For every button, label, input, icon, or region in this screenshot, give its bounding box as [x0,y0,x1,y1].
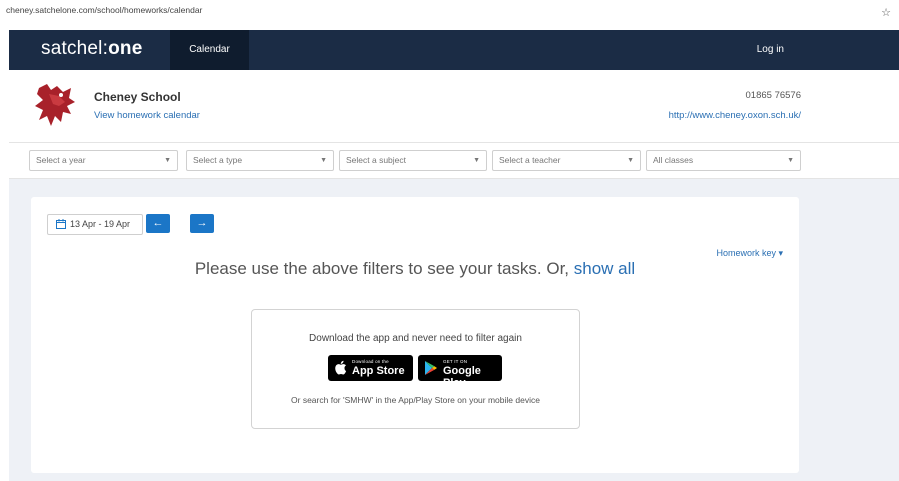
school-website-link[interactable]: http://www.cheney.oxon.sch.uk/ [669,110,801,121]
app-promo-box: Download the app and never need to filte… [251,309,580,429]
chevron-down-icon: ▼ [627,157,634,164]
classes-select[interactable]: All classes ▼ [646,150,801,171]
subject-select[interactable]: Select a subject ▼ [339,150,487,171]
top-navbar: satchel:one Calendar Log in [9,30,899,70]
arrow-left-icon: ← [152,217,164,229]
school-crest-icon [35,84,75,126]
filter-message: Please use the above filters to see your… [194,259,636,278]
chevron-down-icon: ▼ [164,157,171,164]
calendar-icon [56,219,66,229]
app-promo-headline: Download the app and never need to filte… [309,333,522,344]
school-name: Cheney School [94,90,181,104]
login-link[interactable]: Log in [757,30,784,70]
year-select[interactable]: Select a year ▼ [29,150,178,171]
arrow-right-icon: → [196,217,208,229]
date-range-button[interactable]: 13 Apr - 19 Apr [47,214,143,235]
apple-icon [335,360,347,375]
filter-bar: Select a year ▼ Select a type ▼ Select a s… [9,143,899,179]
prev-week-button[interactable]: ← [146,214,170,233]
chevron-down-icon: ▼ [787,157,794,164]
next-week-button[interactable]: → [190,214,214,233]
teacher-select[interactable]: Select a teacher ▼ [492,150,641,171]
app-promo-footer: Or search for 'SMHW' in the App/Play Sto… [291,395,540,405]
brand-logo[interactable]: satchel:one [41,38,142,60]
view-homework-calendar-link[interactable]: View homework calendar [94,110,200,121]
school-phone: 01865 76576 [745,90,801,101]
type-select[interactable]: Select a type ▼ [186,150,334,171]
homework-key-dropdown[interactable]: Homework key ▾ [716,248,783,259]
calendar-card: 13 Apr - 19 Apr ← → Homework key ▾ Pleas… [31,197,799,473]
chevron-down-icon: ▼ [320,157,327,164]
nav-tab-calendar[interactable]: Calendar [170,30,249,70]
url-text[interactable]: cheney.satchelone.com/school/homeworks/c… [6,5,202,15]
browser-url-bar[interactable]: cheney.satchelone.com/school/homeworks/c… [0,0,899,30]
app-store-badge[interactable]: Download on the App Store [328,355,413,381]
google-play-badge[interactable]: GET IT ON Google Play [418,355,502,389]
school-header: Cheney School View homework calendar 018… [9,70,899,143]
chevron-down-icon: ▼ [473,157,480,164]
show-all-link[interactable]: show all [574,259,635,278]
star-icon[interactable]: ☆ [881,6,891,19]
google-play-icon [425,361,437,375]
